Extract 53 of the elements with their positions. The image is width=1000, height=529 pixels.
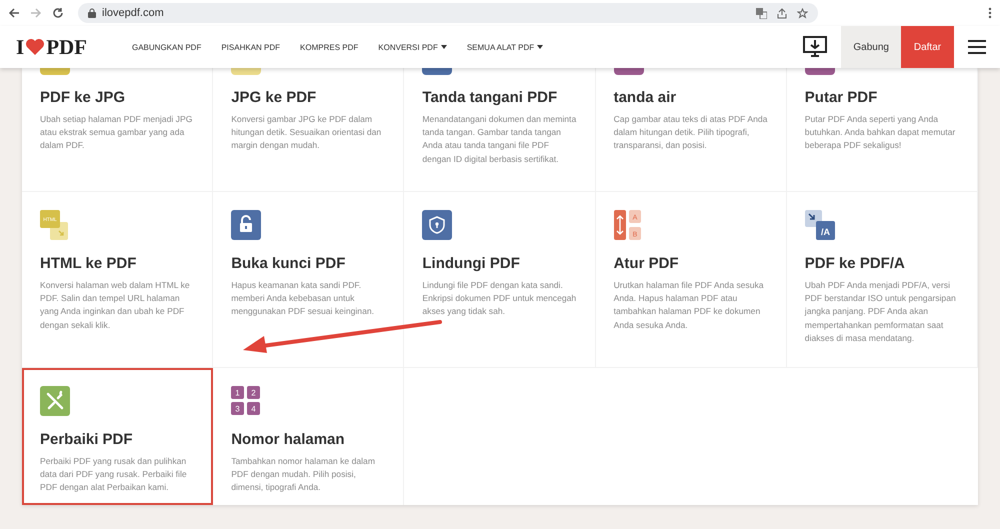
tool-title: PDF ke JPG: [40, 89, 126, 106]
tool-title: HTML ke PDF: [40, 255, 138, 272]
tool-card[interactable]: tanda air Cap gambar atau teks di atas PDF Anda dalam hitungan detik. Pilih tipografi, transparansi, dan posisi.: [596, 68, 787, 192]
tool-description: Urutkan halaman file PDF Anda sesuka Anda. Hapus halaman PDF atau tambahkan halaman PDF ke dokumen Anda sesuka Anda.: [614, 279, 765, 332]
heart-icon[interactable]: [25, 38, 46, 56]
nav-link[interactable]: GABUNGKAN PDF: [132, 42, 212, 52]
tool-description: Hapus keamanan kata sandi PDF. memberi Anda kebebasan untuk menggunakan PDF sesuai keinginan.: [231, 279, 376, 318]
reload-icon[interactable]: [52, 7, 64, 19]
nav-link[interactable]: KOMPRES PDF: [290, 42, 368, 52]
logo-text[interactable]: PDF: [46, 34, 88, 60]
tool-title: PDF ke PDF/A: [804, 255, 906, 272]
nav-link[interactable]: SEMUA ALAT PDF: [456, 42, 554, 52]
tool-title: Atur PDF: [614, 255, 680, 272]
tool-card[interactable]: Lindungi PDF Lindungi file PDF dengan kata sandi. Enkripsi dokumen PDF untuk mencegah akses yang tidak sah.: [404, 192, 596, 368]
desktop-download-icon[interactable]: [803, 36, 828, 58]
tool-card[interactable]: JPG ke PDF Konversi gambar JPG ke PDF dalam hitungan detik. Sesuaikan orientasi dan margin dengan mudah.: [213, 68, 404, 192]
share-icon[interactable]: [777, 8, 787, 18]
nav-link[interactable]: KONVERSI PDF: [368, 42, 457, 52]
tool-description: Konversi gambar JPG ke PDF dalam hitungan detik. Sesuaikan orientasi dan margin dengan mudah.: [231, 113, 382, 152]
lock-icon: [88, 8, 96, 18]
tool-description: Menandatangani dokumen dan meminta tanda tangan. Gambar tanda tangan Anda atau tanda tangani file PDF dengan ID digital berbasis sertifikat.: [422, 113, 577, 166]
tool-description: Ubah setiap halaman PDF menjadi JPG atau ekstrak semua gambar yang ada dalam PDF.: [40, 113, 194, 152]
tool-description: Perbaiki PDF yang rusak dan pulihkan data dari PDF yang rusak. Perbaiki file PDF dengan alat Perbaikan kami.: [40, 455, 188, 494]
highlighted-tool-card[interactable]: Perbaiki PDF Perbaiki PDF yang rusak dan pulihkan data dari PDF yang rusak. Perbaiki file PDF dengan alat Perbaikan kami.: [22, 368, 214, 505]
menu-icon[interactable]: [968, 40, 986, 54]
tool-title: Perbaiki PDF: [40, 431, 134, 448]
tool-card[interactable]: 1 2 3 4 Nomor halaman Tambahkan nomor halaman ke dalam PDF dengan mudah. Pilih posisi, dimensi, tipografi Anda.: [213, 368, 404, 505]
tool-title: tanda air: [614, 89, 678, 106]
logo-text[interactable]: I: [16, 34, 24, 60]
translate-icon[interactable]: [756, 8, 767, 18]
tool-title: Nomor halaman: [231, 431, 346, 448]
tool-title: Putar PDF: [804, 89, 878, 106]
tool-description: Ubah PDF Anda menjadi PDF/A, versi PDF berstandar ISO untuk pengarsipan jangka panjang. PDF Anda akan mempertahankan pemformatan saat diakses di masa mendatang.: [804, 279, 957, 345]
tool-description: Konversi halaman web dalam HTML ke PDF. Salin dan tempel URL halaman yang Anda inginkan dan ubah ke PDF dengan sekali klik.: [40, 279, 191, 332]
tool-description: Lindungi file PDF dengan kata sandi. Enkripsi dokumen PDF untuk mencegah akses yang tidak sah.: [422, 279, 577, 318]
signup-button[interactable]: Daftar: [901, 26, 954, 68]
tool-title: Lindungi PDF: [422, 255, 521, 272]
star-icon[interactable]: [797, 8, 808, 18]
tool-title: Tanda tangani PDF: [422, 89, 558, 106]
tool-title: JPG ke PDF: [231, 89, 318, 106]
login-button[interactable]: Gabung: [841, 26, 901, 68]
tool-description: Tambahkan nomor halaman ke dalam PDF dengan mudah. Pilih posisi, dimensi, tipografi Anda.: [231, 455, 376, 494]
tool-description: Cap gambar atau teks di atas PDF Anda dalam hitungan detik. Pilih tipografi, transparansi, dan posisi.: [614, 113, 768, 152]
back-icon[interactable]: [8, 7, 20, 19]
tool-title: Buka kunci PDF: [231, 255, 346, 272]
tool-card[interactable]: /A PDF ke PDF/A Ubah PDF Anda menjadi PDF/A, versi PDF berstandar ISO untuk pengarsipan jangka panjang. PDF Anda akan mempertahankan pemformatan saat diakses di masa mendatang.: [786, 192, 978, 368]
more-icon[interactable]: [988, 7, 992, 19]
tool-card[interactable]: Putar PDF Putar PDF Anda seperti yang Anda butuhkan. Anda bahkan dapat memutar beberapa PDF sekaligus!: [786, 68, 978, 192]
tool-card[interactable]: Tanda tangani PDF Menandatangani dokumen dan meminta tanda tangan. Gambar tanda tangan Anda atau tanda tangani file PDF dengan ID digital berbasis sertifikat.: [404, 68, 596, 192]
address-bar[interactable]: ilovepdf.com: [78, 3, 818, 23]
nav-link[interactable]: PISAHKAN PDF: [211, 42, 290, 52]
tool-description: Putar PDF Anda seperti yang Anda butuhkan. Anda bahkan dapat memutar beberapa PDF sekaligus!: [804, 113, 956, 152]
tool-card[interactable]: PDF ke JPG Ubah setiap halaman PDF menjadi JPG atau ekstrak semua gambar yang ada dalam PDF.: [22, 68, 214, 192]
